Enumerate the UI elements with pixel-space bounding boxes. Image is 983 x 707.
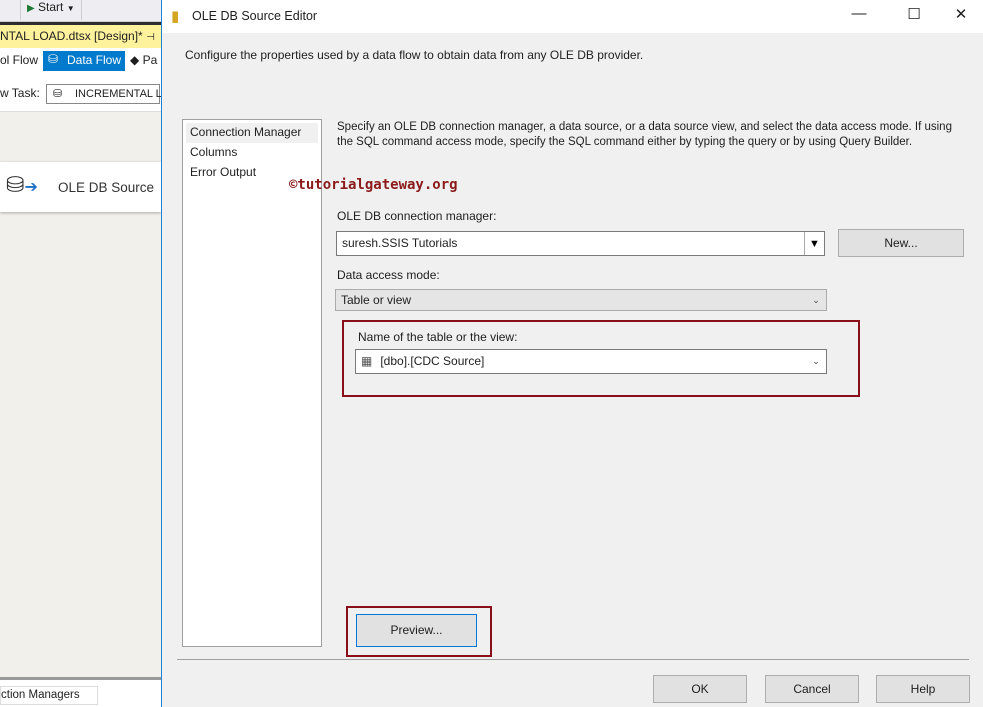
tab-connection-managers[interactable]: ction Managers [0, 686, 98, 705]
help-button[interactable]: Help [876, 675, 970, 703]
chevron-down-icon: ▼ [66, 4, 75, 13]
instructions-line-1: Specify an OLE DB connection manager, a … [337, 121, 952, 133]
dialog-description: Configure the properties used by a data … [185, 48, 644, 62]
nav-panel: Connection Manager Columns Error Output [182, 119, 322, 647]
tab-control-flow[interactable]: ol Flow [0, 53, 38, 67]
database-source-icon: ⛁➔ [6, 172, 38, 197]
cancel-button[interactable]: Cancel [765, 675, 859, 703]
chevron-down-icon[interactable]: ▼ [804, 232, 824, 255]
minimize-button[interactable]: — [847, 5, 871, 27]
table-icon: ▦ [361, 354, 373, 368]
maximize-button[interactable]: ☐ [902, 5, 926, 27]
table-name-label: Name of the table or the view: [358, 330, 518, 344]
title-bar: ▮ OLE DB Source Editor — ☐ ✕ [162, 0, 983, 33]
instructions-line-2: the SQL command access mode, specify the… [337, 136, 913, 148]
task-combo[interactable]: ⛁ INCREMENTAL LO [46, 84, 170, 104]
data-flow-icon: ⛁ [48, 52, 59, 66]
data-access-mode-combo[interactable]: Table or view ⌄ [335, 289, 827, 311]
play-icon: ▶ [27, 3, 35, 14]
document-tab[interactable]: NTAL LOAD.dtsx [Design]* ⊣ [0, 22, 161, 48]
dialog-title: OLE DB Source Editor [192, 9, 318, 23]
task-label: w Task: [0, 86, 40, 100]
tab-parameters[interactable]: ◆ Pa [130, 53, 157, 67]
connection-manager-combo[interactable]: suresh.SSIS Tutorials ▼ [336, 231, 825, 256]
new-connection-button[interactable]: New... [838, 229, 964, 257]
task-icon: ⛁ [53, 88, 63, 100]
data-access-mode-label: Data access mode: [337, 268, 440, 282]
close-button[interactable]: ✕ [949, 5, 973, 27]
ssis-component-icon: ▮ [171, 8, 180, 25]
nav-connection-manager[interactable]: Connection Manager [186, 123, 318, 143]
chevron-down-icon[interactable]: ⌄ [806, 350, 826, 373]
pin-icon[interactable]: ⊣ [146, 32, 155, 43]
nav-columns[interactable]: Columns [186, 143, 318, 163]
ok-button[interactable]: OK [653, 675, 747, 703]
ole-db-source-editor-dialog: ▮ OLE DB Source Editor — ☐ ✕ Configure t… [161, 0, 983, 707]
table-name-combo[interactable]: ▦ [dbo].[CDC Source] ⌄ [355, 349, 827, 374]
start-button[interactable]: ▶ Start ▼ [20, 0, 82, 20]
separator [177, 659, 969, 660]
watermark: ©tutorialgateway.org [289, 177, 458, 193]
background-toolbar: ▶ Start ▼ [0, 0, 161, 22]
chevron-down-icon[interactable]: ⌄ [806, 290, 826, 310]
designer-tabs: ol Flow ⛁ Data Flow ◆ Pa [0, 48, 161, 76]
ole-db-source-component[interactable]: ⛁➔ OLE DB Source [0, 162, 161, 212]
preview-button[interactable]: Preview... [356, 614, 477, 647]
bottom-panel: ction Managers [0, 677, 161, 707]
tab-data-flow[interactable]: ⛁ Data Flow [43, 51, 125, 71]
instructions: Specify an OLE DB connection manager, a … [337, 120, 957, 150]
connection-manager-label: OLE DB connection manager: [337, 209, 497, 223]
task-selector-row: w Task: ⛁ INCREMENTAL LO [0, 76, 170, 112]
